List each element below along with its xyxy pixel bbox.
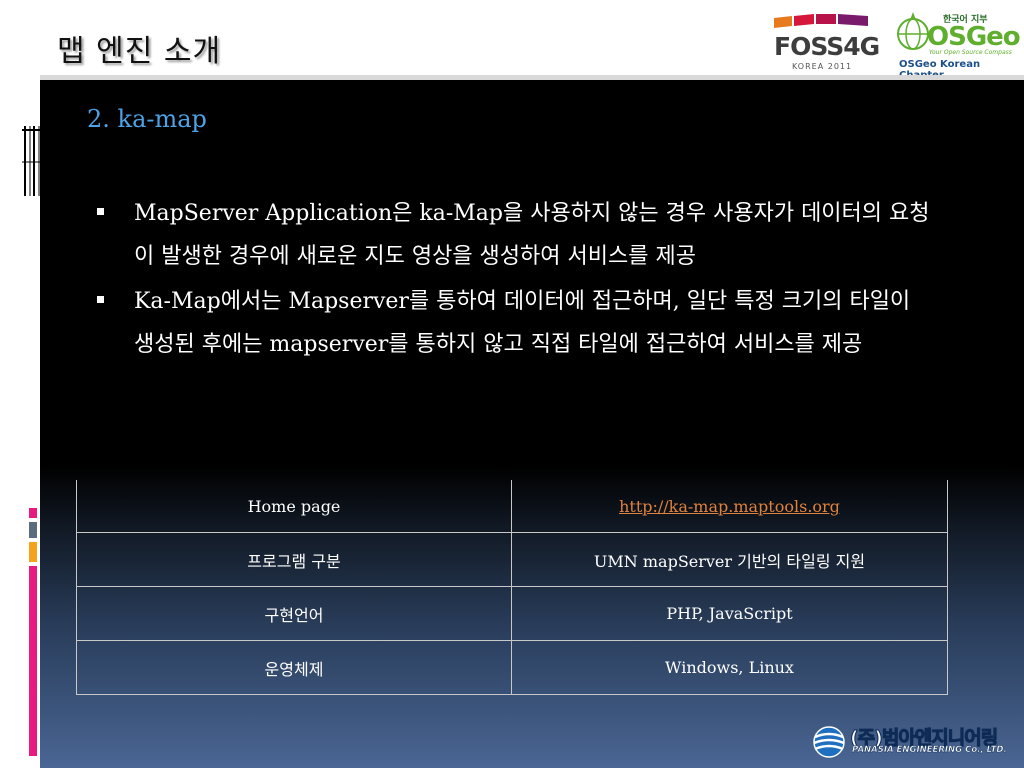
table-cell-value: http://ka-map.maptools.org	[511, 480, 948, 533]
foss4g-wordmark: FOSS4G	[774, 32, 880, 61]
accent-bar-magenta	[29, 508, 37, 518]
osgeo-tagline: Your Open Source Compass	[929, 49, 1012, 56]
square-bullet-icon	[97, 296, 104, 303]
bullet-text: Ka-Map에서는 Mapserver를 통하여 데이터에 접근하며, 일단 특…	[134, 289, 911, 357]
panasia-subtext: PANASIA ENGINEERING Co., LTD.	[852, 745, 1007, 755]
accent-bar-orange	[29, 542, 37, 562]
bullet-item: Ka-Map에서는 Mapserver를 통하여 데이터에 접근하며, 일단 특…	[97, 280, 937, 366]
slide-header: 맵 엔진 소개 FOSS4G KOREA 2011 한국어 지부 OSGeo Y…	[0, 0, 1024, 81]
bullet-item: MapServer Application은 ka-Map을 사용하지 않는 경…	[97, 192, 937, 278]
table-cell-label: Home page	[76, 480, 512, 533]
foss4g-logo: FOSS4G KOREA 2011	[772, 12, 880, 74]
square-bullet-icon	[97, 208, 104, 215]
accent-bar-slate	[29, 522, 37, 538]
table-cell-value: Windows, Linux	[511, 640, 948, 695]
section-subtitle: 2. ka-map	[87, 105, 207, 133]
table-row: 운영체제 Windows, Linux	[76, 640, 948, 695]
panasia-globe-icon	[813, 726, 845, 758]
table-row: 구현언어 PHP, JavaScript	[76, 586, 948, 641]
table-cell-value: UMN mapServer 기반의 타일링 지원	[511, 532, 948, 587]
panasia-logo: (주)범아엔지니어링 PANASIA ENGINEERING Co., LTD.	[812, 723, 1022, 763]
homepage-link[interactable]: http://ka-map.maptools.org	[619, 497, 840, 516]
osgeo-wordmark: OSGeo	[927, 22, 1021, 52]
table-row: Home page http://ka-map.maptools.org	[76, 480, 948, 533]
table-cell-label: 구현언어	[76, 586, 512, 641]
foss4g-subtext: KOREA 2011	[792, 62, 853, 71]
table-cell-value: PHP, JavaScript	[511, 586, 948, 641]
table-row: 프로그램 구분 UMN mapServer 기반의 타일링 지원	[76, 532, 948, 587]
bullet-text: MapServer Application은 ka-Map을 사용하지 않는 경…	[134, 201, 930, 269]
slide-title: 맵 엔진 소개	[57, 34, 222, 69]
foss4g-color-bars-icon	[774, 14, 868, 28]
table-cell-label: 프로그램 구분	[76, 532, 512, 587]
osgeo-logo: 한국어 지부 OSGeo Your Open Source Compass OS…	[893, 8, 1021, 81]
accent-bar-magenta-long	[29, 566, 37, 756]
info-table: Home page http://ka-map.maptools.org 프로그…	[76, 480, 948, 695]
slide-content: 2. ka-map MapServer Application은 ka-Map을…	[40, 80, 1024, 768]
bullet-list: MapServer Application은 ka-Map을 사용하지 않는 경…	[97, 192, 937, 366]
table-cell-label: 운영체제	[76, 640, 512, 695]
left-decor-strip	[0, 80, 44, 768]
